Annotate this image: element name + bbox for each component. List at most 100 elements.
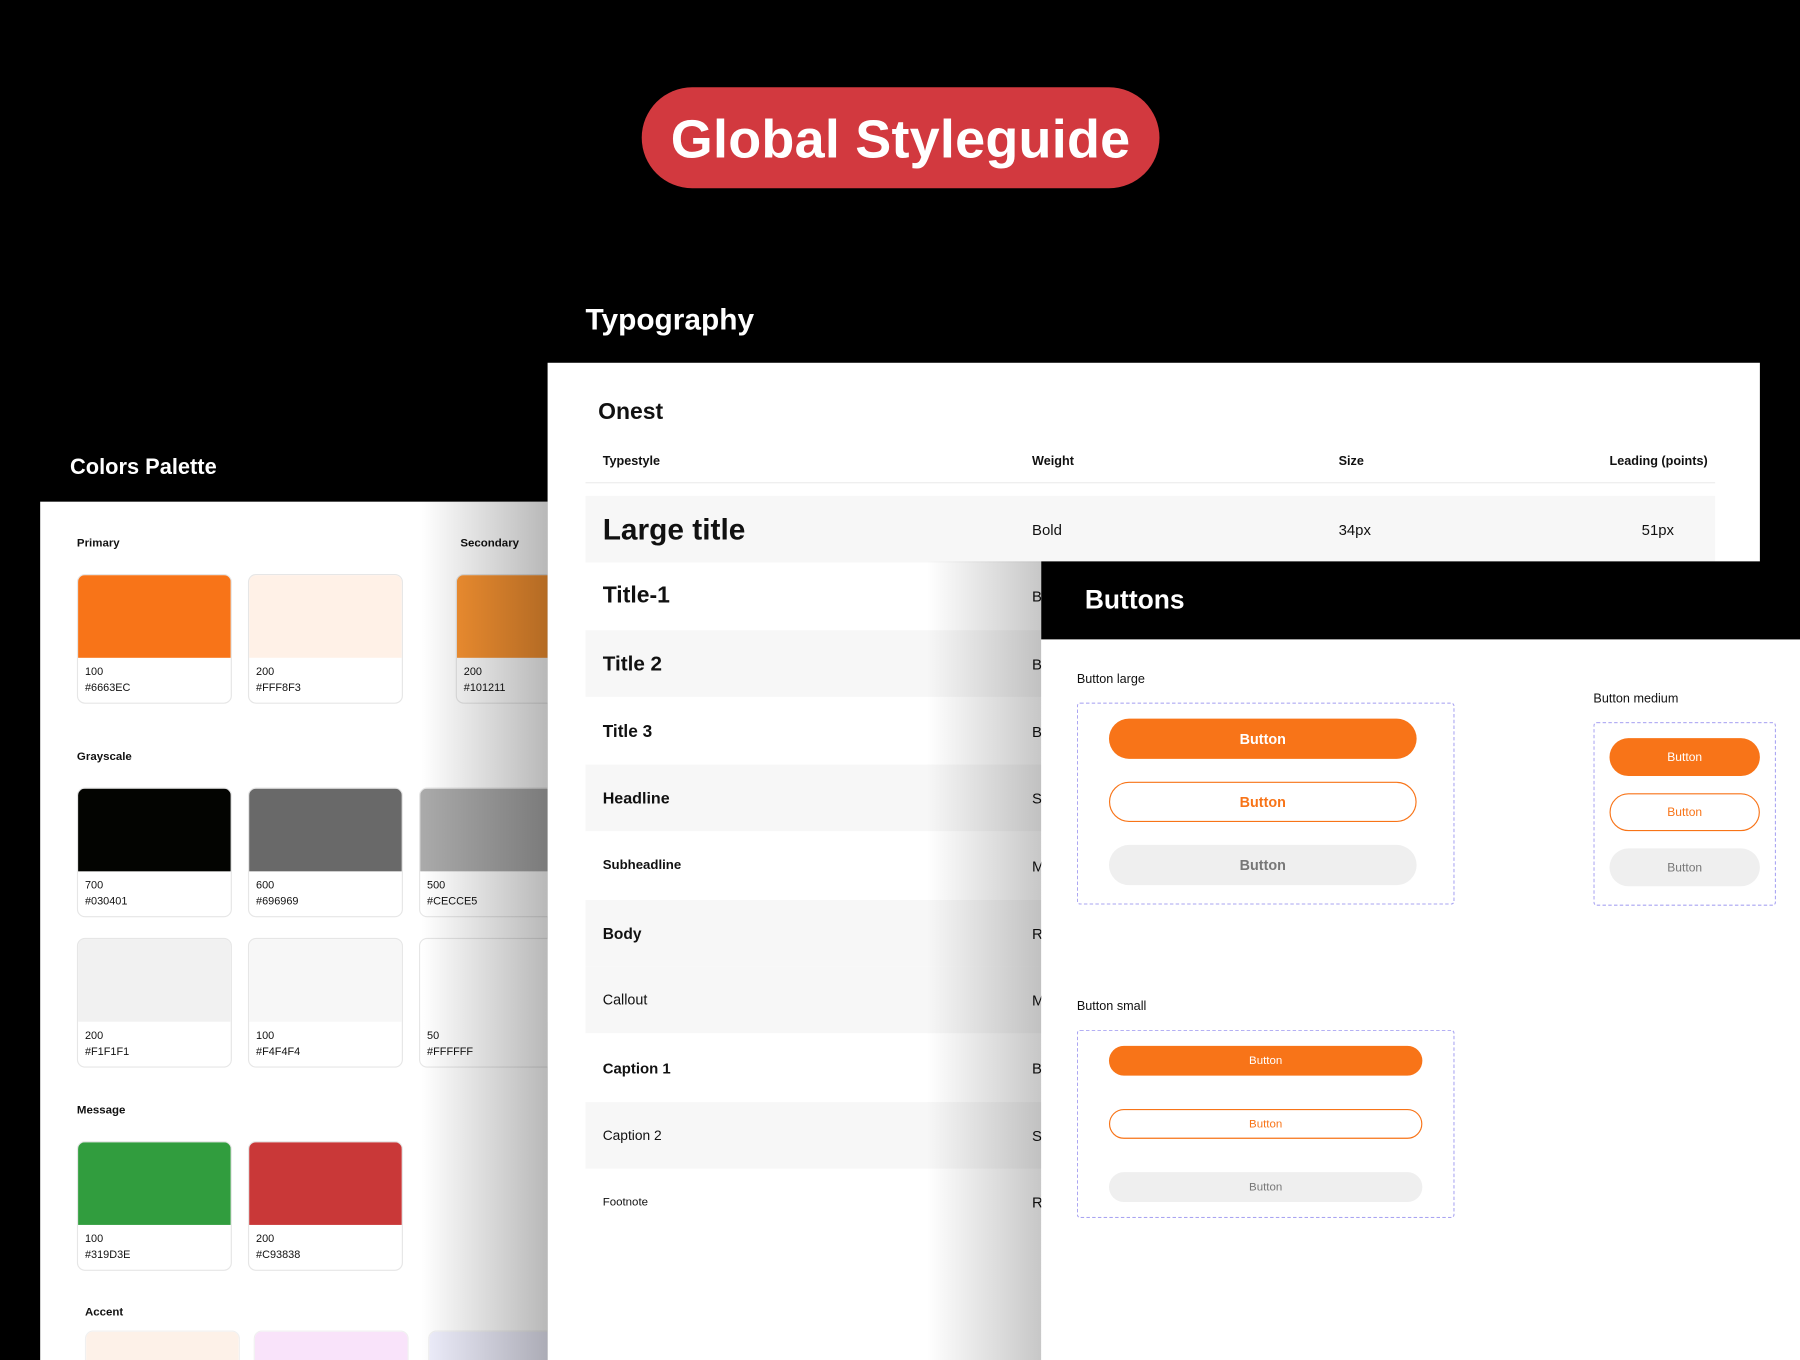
swatch-gray-200[interactable]: 200 #F1F1F1 <box>76 937 232 1068</box>
button-medium-filled[interactable]: Button <box>1609 738 1760 777</box>
swatch-gray-500[interactable]: 500 #CECCE5 <box>419 787 548 918</box>
button-large-group: Button Button Button <box>1076 702 1455 905</box>
button-medium-group: Button Button Button <box>1593 722 1776 906</box>
swatch-level: 50 <box>427 1029 440 1043</box>
col-typestyle-header: Typestyle <box>602 454 661 469</box>
button-large-filled[interactable]: Button <box>1108 718 1417 759</box>
swatch-chip <box>456 575 548 658</box>
accent-label: Accent <box>84 1306 124 1320</box>
swatch-chip <box>78 1142 231 1225</box>
colors-palette-header: Colors Palette <box>40 430 548 502</box>
button-small-filled[interactable]: Button <box>1108 1045 1423 1076</box>
swatch-hex: #101211 <box>463 681 506 695</box>
button-medium-outline[interactable]: Button <box>1609 793 1760 832</box>
button-medium-disabled[interactable]: Button <box>1609 848 1760 887</box>
hero-title: Global Styleguide <box>641 87 1160 189</box>
swatch-chip <box>429 1331 548 1360</box>
colors-palette-body: Primary Secondary 100 #6663EC 200 #FFF8F3 … <box>40 501 548 1360</box>
buttons-header: Buttons <box>1041 561 1800 640</box>
swatch-gray-600[interactable]: 600 #696969 <box>247 787 403 918</box>
button-small-group: Button Button Button <box>1076 1029 1455 1219</box>
button-large-disabled[interactable]: Button <box>1108 844 1417 886</box>
typestyle-name: Caption 2 <box>602 1127 662 1144</box>
swatch-level: 100 <box>256 1029 275 1043</box>
swatch-chip <box>420 788 548 872</box>
swatch-level: 700 <box>84 879 104 892</box>
swatch-message-100[interactable]: 100 #319D3E <box>76 1141 232 1271</box>
swatch-chip <box>249 788 402 872</box>
swatch-hex: #030401 <box>84 895 128 909</box>
swatch-level: 100 <box>84 665 104 679</box>
swatch-chip <box>249 575 402 658</box>
button-medium-label: Button medium <box>1593 692 1679 707</box>
stage: Global Styleguide Colors Palette Primary… <box>0 0 1800 1360</box>
typography-title: Typography <box>585 301 755 337</box>
swatch-level: 500 <box>427 879 446 892</box>
swatch-chip <box>249 939 402 1022</box>
typestyle-name: Caption 1 <box>602 1059 671 1077</box>
swatch-level: 600 <box>256 879 275 892</box>
col-size-header: Size <box>1338 454 1364 469</box>
swatch-hex: #696969 <box>256 895 299 909</box>
swatch-level: 200 <box>84 1029 104 1043</box>
swatch-hex: #C93838 <box>256 1249 301 1262</box>
secondary-label: Secondary <box>460 537 520 550</box>
font-family-name: Onest <box>598 399 664 425</box>
swatch-chip <box>78 788 231 872</box>
typography-header: Typography <box>547 282 1760 363</box>
buttons-body: Button large Button Button Button Button… <box>1041 639 1800 1360</box>
swatch-chip <box>86 1331 239 1360</box>
typestyle-name: Title 3 <box>602 721 653 742</box>
size-cell: 34px <box>1338 520 1371 538</box>
swatch-accent-1[interactable] <box>84 1330 240 1360</box>
buttons-title: Buttons <box>1084 584 1185 615</box>
swatch-primary-100[interactable]: 100 #6663EC <box>76 574 232 704</box>
swatch-chip <box>78 575 231 658</box>
typestyle-name: Subheadline <box>602 858 682 873</box>
swatch-hex: #F4F4F4 <box>256 1045 301 1059</box>
swatch-hex: #FFFFFF <box>427 1045 474 1059</box>
buttons-panel: Buttons Button large Button Button Butto… <box>1041 561 1800 1360</box>
swatch-chip <box>420 939 548 1022</box>
leading-cell: 51px <box>1641 520 1675 538</box>
col-leading-header: Leading (points) <box>1609 454 1708 469</box>
message-label: Message <box>76 1104 126 1118</box>
button-large-outline[interactable]: Button <box>1108 781 1417 822</box>
swatch-level: 200 <box>256 665 275 679</box>
colors-palette-title: Colors Palette <box>70 455 217 480</box>
typestyle-name: Callout <box>602 991 648 1008</box>
swatch-chip <box>249 1142 402 1225</box>
typestyle-name: Headline <box>602 788 670 808</box>
swatch-level: 200 <box>463 665 482 679</box>
swatch-accent-3[interactable] <box>428 1330 548 1360</box>
swatch-hex: #F1F1F1 <box>84 1045 130 1059</box>
swatch-gray-700[interactable]: 700 #030401 <box>76 787 232 918</box>
header-divider <box>585 482 1716 484</box>
button-small-label: Button small <box>1076 999 1147 1014</box>
swatch-level: 100 <box>84 1232 104 1246</box>
swatch-primary-200[interactable]: 200 #FFF8F3 <box>247 574 403 704</box>
typestyle-name: Title-1 <box>602 582 670 608</box>
swatch-gray-100[interactable]: 100 #F4F4F4 <box>247 937 403 1068</box>
swatch-hex: #319D3E <box>84 1249 131 1262</box>
typestyle-name: Body <box>602 924 642 942</box>
swatch-chip <box>78 939 231 1022</box>
swatch-secondary-200[interactable]: 200 #101211 <box>455 574 548 704</box>
button-small-outline[interactable]: Button <box>1108 1108 1423 1139</box>
swatch-gray-50[interactable]: 50 #FFFFFF <box>419 937 548 1068</box>
typestyle-name: Title 2 <box>602 651 663 675</box>
grayscale-label: Grayscale <box>76 750 132 764</box>
colors-palette-panel: Colors Palette Primary Secondary 100 #666… <box>40 430 548 1360</box>
swatch-accent-2[interactable] <box>253 1330 409 1360</box>
typestyle-name: Large title <box>602 511 746 546</box>
swatch-chip <box>254 1331 408 1360</box>
weight-cell: Bold <box>1032 520 1062 538</box>
swatch-hex: #CECCE5 <box>427 895 478 909</box>
typestyle-name: Footnote <box>602 1195 649 1209</box>
swatch-level: 200 <box>256 1232 275 1246</box>
button-small-disabled[interactable]: Button <box>1108 1172 1423 1202</box>
swatch-hex: #6663EC <box>84 681 131 695</box>
col-weight-header: Weight <box>1032 454 1074 469</box>
button-large-label: Button large <box>1076 672 1145 687</box>
swatch-message-200[interactable]: 200 #C93838 <box>247 1141 403 1271</box>
